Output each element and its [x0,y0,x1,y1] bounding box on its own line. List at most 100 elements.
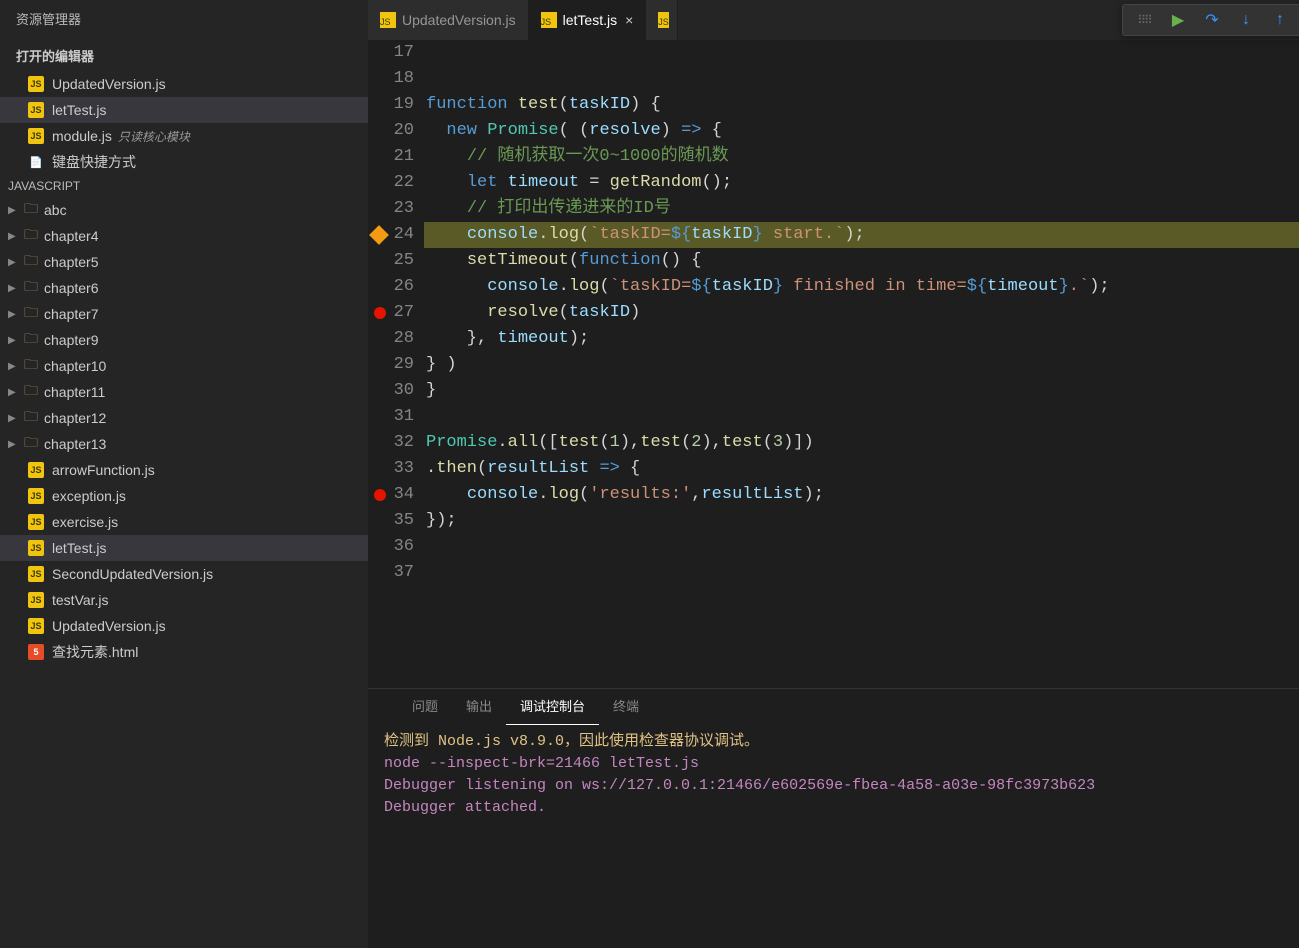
explorer-title: 资源管理器 [0,0,368,40]
tab-label: letTest.js [563,12,617,28]
gutter[interactable]: 1718192021222324252627282930313233343536… [368,40,424,688]
code-line[interactable] [424,404,1299,430]
line-number[interactable]: 32 [368,430,414,456]
folder-item[interactable]: ▶🗀chapter6 [0,275,368,301]
code-line[interactable]: function test(taskID) { [424,92,1299,118]
code-line[interactable]: new Promise( (resolve) => { [424,118,1299,144]
folder-label: chapter4 [44,228,98,244]
folder-item[interactable]: ▶🗀chapter7 [0,301,368,327]
line-number[interactable]: 31 [368,404,414,430]
open-editor-item[interactable]: letTest.js [0,97,368,123]
line-number[interactable]: 28 [368,326,414,352]
drag-handle-icon[interactable]: ⠿⠿ [1127,6,1161,34]
breakpoint-icon[interactable] [374,489,386,501]
chevron-right-icon: ▶ [8,309,20,320]
tab-bar: UpdatedVersion.jsletTest.js× ⠿⠿ ▶ ↷ ↓ ↑ … [368,0,1299,40]
folder-icon: 🗀 [24,354,38,378]
code-line[interactable] [424,560,1299,586]
line-number[interactable]: 34 [368,482,414,508]
step-over-button[interactable]: ↷ [1195,6,1229,34]
line-number[interactable]: 24 [368,222,414,248]
console-line: Debugger attached. [384,797,1283,819]
file-item[interactable]: letTest.js [0,535,368,561]
line-number[interactable]: 29 [368,352,414,378]
code-line[interactable]: resolve(taskID) [424,300,1299,326]
line-number[interactable]: 23 [368,196,414,222]
file-item[interactable]: exception.js [0,483,368,509]
code-area[interactable]: function test(taskID) { new Promise( (re… [424,40,1299,688]
line-number[interactable]: 35 [368,508,414,534]
folder-item[interactable]: ▶🗀chapter4 [0,223,368,249]
line-number[interactable]: 26 [368,274,414,300]
folder-item[interactable]: ▶🗀chapter12 [0,405,368,431]
open-editor-item[interactable]: module.js只读核心模块 [0,123,368,149]
folder-icon: 🗀 [24,380,38,404]
code-line[interactable]: console.log(`taskID=${taskID} finished i… [424,274,1299,300]
code-line[interactable] [424,40,1299,66]
line-number[interactable]: 21 [368,144,414,170]
line-number[interactable]: 25 [368,248,414,274]
code-line[interactable]: console.log(`taskID=${taskID} start.`); [424,222,1299,248]
line-number[interactable]: 19 [368,92,414,118]
continue-button[interactable]: ▶ [1161,6,1195,34]
editor-tab[interactable]: UpdatedVersion.js [368,0,529,40]
code-line[interactable]: Promise.all([test(1),test(2),test(3)]) [424,430,1299,456]
line-number[interactable]: 37 [368,560,414,586]
code-editor[interactable]: 1718192021222324252627282930313233343536… [368,40,1299,688]
file-item[interactable]: SecondUpdatedVersion.js [0,561,368,587]
step-out-button[interactable]: ↑ [1263,6,1297,34]
editor-tab[interactable]: letTest.js × [529,0,647,40]
line-number[interactable]: 18 [368,66,414,92]
file-item[interactable]: exercise.js [0,509,368,535]
line-number[interactable]: 20 [368,118,414,144]
folder-icon: 🗀 [24,302,38,326]
file-item[interactable]: testVar.js [0,587,368,613]
panel-tab[interactable]: 输出 [452,689,506,725]
line-number[interactable]: 36 [368,534,414,560]
html5-icon [28,644,44,660]
line-number[interactable]: 33 [368,456,414,482]
code-line[interactable] [424,534,1299,560]
code-line[interactable]: }, timeout); [424,326,1299,352]
line-number[interactable]: 30 [368,378,414,404]
code-line[interactable]: // 打印出传递进来的ID号 [424,196,1299,222]
line-number[interactable]: 22 [368,170,414,196]
code-line[interactable]: console.log('results:',resultList); [424,482,1299,508]
panel-tab[interactable]: 调试控制台 [506,689,599,725]
folder-item[interactable]: ▶🗀chapter10 [0,353,368,379]
file-item[interactable]: 查找元素.html [0,639,368,665]
line-number[interactable]: 17 [368,40,414,66]
breakpoint-icon[interactable] [369,225,389,245]
js-icon [28,618,44,634]
open-editor-item[interactable]: UpdatedVersion.js [0,71,368,97]
project-header[interactable]: JAVASCRIPT [0,175,368,197]
line-number[interactable]: 27 [368,300,414,326]
code-line[interactable]: let timeout = getRandom(); [424,170,1299,196]
code-line[interactable]: } ) [424,352,1299,378]
file-item[interactable]: UpdatedVersion.js [0,613,368,639]
file-item[interactable]: arrowFunction.js [0,457,368,483]
folder-item[interactable]: ▶🗀chapter11 [0,379,368,405]
breakpoint-icon[interactable] [374,307,386,319]
panel-tab[interactable]: 终端 [599,689,653,725]
code-line[interactable]: setTimeout(function() { [424,248,1299,274]
panel-tab[interactable]: 问题 [398,689,452,725]
code-line[interactable]: // 随机获取一次0~1000的随机数 [424,144,1299,170]
open-editor-item[interactable]: 📄键盘快捷方式 [0,149,368,175]
code-line[interactable]: .then(resultList => { [424,456,1299,482]
open-editors-header[interactable]: 打开的编辑器 [0,40,368,71]
folder-label: chapter6 [44,280,98,296]
step-into-button[interactable]: ↓ [1229,6,1263,34]
js-icon [28,128,44,144]
folder-item[interactable]: ▶🗀chapter5 [0,249,368,275]
js-icon [541,12,557,28]
close-icon[interactable]: × [625,12,633,28]
debug-console[interactable]: 检测到 Node.js v8.9.0，因此使用检查器协议调试。node --in… [368,725,1299,948]
code-line[interactable] [424,66,1299,92]
folder-item[interactable]: ▶🗀chapter13 [0,431,368,457]
folder-item[interactable]: ▶🗀chapter9 [0,327,368,353]
folder-item[interactable]: ▶🗀abc [0,197,368,223]
code-line[interactable]: }); [424,508,1299,534]
tab-overflow [646,0,678,40]
code-line[interactable]: } [424,378,1299,404]
